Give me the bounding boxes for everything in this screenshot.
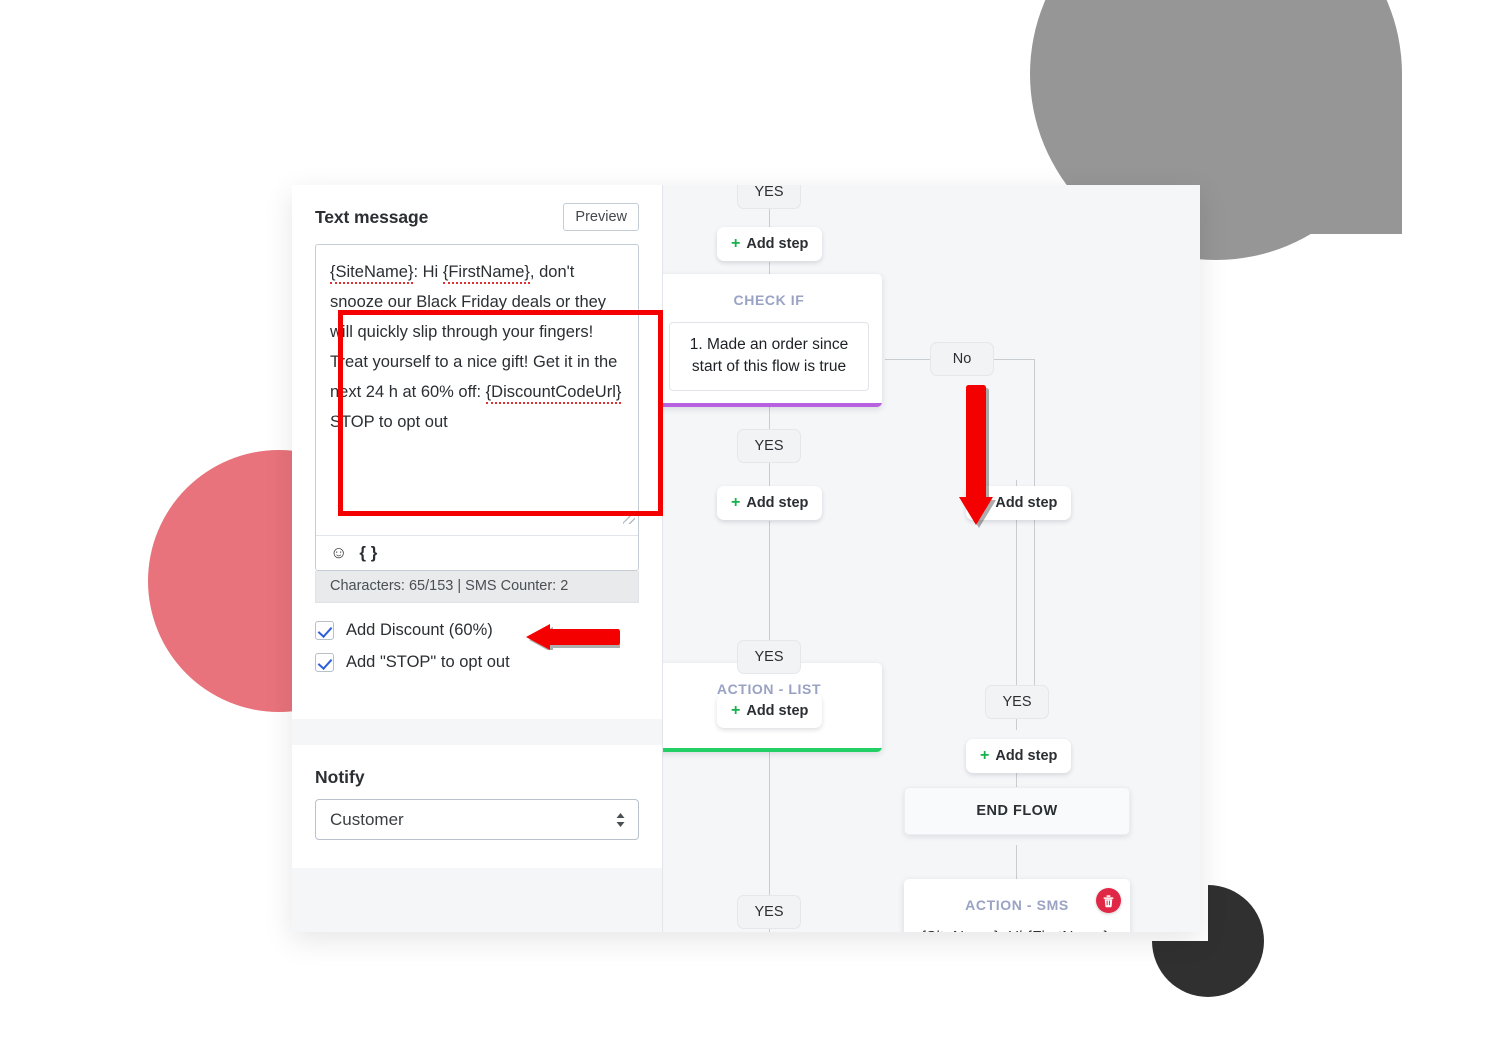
- settings-panel: Text message Preview {SiteName}: Hi {Fir…: [292, 185, 663, 932]
- merge-tag-sitename: {SiteName}: [330, 263, 414, 285]
- notify-select-value: Customer: [330, 809, 404, 829]
- branch-pill-no: No: [930, 342, 994, 376]
- add-step-label: Add step: [746, 703, 809, 719]
- node-accent-bar: [663, 748, 882, 752]
- message-editor: {SiteName}: Hi {FirstName}, don't snooze…: [315, 244, 663, 604]
- node-accent-bar: [663, 403, 882, 407]
- node-condition: 1. Made an order since start of this flo…: [669, 322, 869, 391]
- branch-connector-line: [993, 359, 1035, 360]
- trash-icon[interactable]: [1096, 888, 1121, 913]
- page-title: Text message: [315, 206, 429, 227]
- branch-pill-yes-3: YES: [737, 895, 801, 929]
- merge-tag-firstname: {FirstName}: [442, 263, 530, 285]
- message-textarea[interactable]: {SiteName}: Hi {FirstName}, don't snooze…: [316, 245, 638, 535]
- add-step-button-2[interactable]: + Add step: [717, 486, 823, 520]
- add-step-label: Add step: [995, 748, 1058, 764]
- editor-toolbar: ☺ { }: [316, 535, 638, 570]
- notify-card: Notify Customer: [292, 745, 662, 869]
- message-box: {SiteName}: Hi {FirstName}, don't snooze…: [315, 244, 639, 572]
- connector-line: [769, 521, 770, 585]
- add-step-label: Add step: [995, 495, 1058, 511]
- plus-icon: +: [980, 747, 990, 764]
- node-end-flow[interactable]: END FLOW: [904, 787, 1130, 835]
- node-action-sms-right[interactable]: ACTION - SMS {SiteName}: Hi {FirstName},…: [904, 879, 1130, 932]
- node-check-if[interactable]: CHECK IF 1. Made an order since start of…: [663, 274, 882, 407]
- notify-title: Notify: [315, 767, 365, 788]
- emoji-icon[interactable]: ☺: [330, 544, 347, 561]
- add-discount-label: Add Discount (60%): [346, 621, 493, 640]
- merge-tag-discountcodeurl: {DiscountCodeUrl}: [485, 383, 622, 405]
- notify-select[interactable]: Customer: [315, 799, 639, 841]
- branch-pill-yes-right: YES: [985, 685, 1049, 719]
- branch-pill-yes-1: YES: [737, 429, 801, 463]
- add-step-button-1[interactable]: + Add step: [717, 227, 823, 261]
- plus-icon: +: [731, 494, 741, 511]
- add-step-label: Add step: [746, 236, 809, 252]
- select-stepper-icon[interactable]: [616, 812, 625, 827]
- flow-canvas: YES + Add step CHECK IF 1. Made an order…: [663, 185, 1200, 932]
- annotation-arrow-left-icon: [520, 624, 620, 651]
- message-text-2: : Hi: [413, 263, 443, 282]
- panel-divider: [292, 719, 662, 746]
- message-text-6: STOP to opt out: [330, 413, 448, 432]
- plus-icon: +: [731, 702, 741, 719]
- merge-tag-icon[interactable]: { }: [359, 544, 377, 561]
- add-step-button-5[interactable]: + Add step: [966, 739, 1072, 773]
- add-discount-checkbox[interactable]: [315, 621, 334, 641]
- add-stop-checkbox[interactable]: [315, 653, 334, 673]
- decor-gray-square: [1216, 74, 1402, 234]
- connector-line: [769, 730, 770, 890]
- character-counter: Characters: 65/153 | SMS Counter: 2: [315, 571, 639, 604]
- plus-icon: +: [731, 235, 741, 252]
- add-step-label: Add step: [746, 495, 809, 511]
- branch-pill-yes-2: YES: [737, 640, 801, 674]
- preview-button[interactable]: Preview: [563, 203, 639, 232]
- add-step-button-3[interactable]: + Add step: [717, 694, 823, 728]
- annotation-arrow-down-icon: [959, 385, 999, 543]
- app-window: Text message Preview {SiteName}: Hi {Fir…: [292, 185, 1200, 932]
- text-message-header: Text message Preview: [315, 203, 639, 232]
- node-body: {SiteName}: Hi {FirstName}, don't snooze…: [904, 927, 1130, 932]
- branch-connector-line: [1034, 359, 1035, 704]
- checkbox-row-add-discount[interactable]: Add Discount (60%): [315, 621, 639, 651]
- message-options: Add Discount (60%) Add "STOP" to opt out: [315, 621, 639, 673]
- branch-pill-yes-top: YES: [737, 185, 801, 209]
- node-header: CHECK IF: [733, 292, 805, 308]
- add-stop-label: Add "STOP" to opt out: [346, 653, 510, 672]
- text-message-card: Text message Preview {SiteName}: Hi {Fir…: [292, 185, 663, 720]
- checkbox-row-add-stop[interactable]: Add "STOP" to opt out: [315, 653, 639, 673]
- textarea-resize-handle[interactable]: [623, 512, 635, 525]
- connector-line: [1016, 720, 1017, 730]
